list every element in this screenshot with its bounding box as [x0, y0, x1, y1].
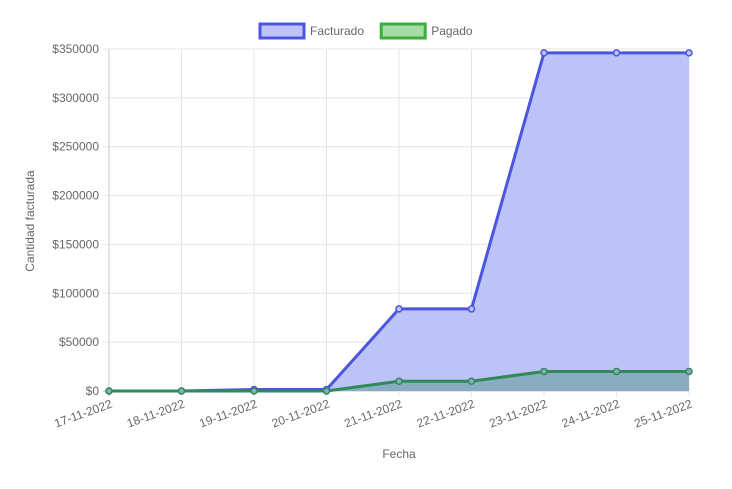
y-tick-label: $100000 — [52, 286, 99, 300]
legend-item-pagado[interactable]: Pagado — [379, 22, 473, 40]
y-tick-label: $200000 — [52, 189, 99, 203]
x-tick-label: 17-11-2022 — [52, 397, 114, 431]
point-facturado[interactable] — [467, 305, 476, 313]
point-pagado[interactable] — [612, 367, 621, 376]
chart-container: $0 $50000 $100000 $150000 $200000 $250000 $300… — [0, 0, 732, 484]
area-chart: $0 $50000 $100000 $150000 $200000 $250000 $300… — [23, 22, 694, 461]
y-tick-label: $350000 — [52, 42, 99, 56]
legend: Facturado Pagado — [258, 22, 473, 40]
y-tick-label: $0 — [86, 384, 100, 398]
x-tick-label: 24-11-2022 — [560, 397, 622, 431]
point-pagado[interactable] — [250, 387, 258, 395]
x-tick-label: 21-11-2022 — [342, 397, 404, 431]
legend-item-facturado[interactable]: Facturado — [258, 22, 364, 40]
point-pagado[interactable] — [322, 387, 331, 395]
legend-swatch-facturado — [258, 22, 306, 40]
point-facturado[interactable] — [395, 305, 403, 313]
point-pagado[interactable] — [395, 377, 403, 385]
y-tick-label: $250000 — [52, 140, 99, 154]
y-tick-label: $300000 — [52, 91, 99, 105]
x-tick-label: 25-11-2022 — [632, 397, 694, 431]
legend-label-facturado: Facturado — [310, 24, 364, 38]
legend-label-pagado: Pagado — [431, 24, 473, 38]
point-facturado[interactable] — [612, 49, 621, 57]
x-tick-label: 23-11-2022 — [487, 397, 549, 431]
y-tick-label: $150000 — [52, 237, 99, 251]
x-tick-label: 18-11-2022 — [125, 397, 187, 431]
x-tick-label: 22-11-2022 — [415, 397, 477, 431]
point-pagado[interactable] — [177, 387, 186, 395]
y-axis-title: Cantidad facturada — [23, 170, 37, 272]
point-pagado[interactable] — [105, 387, 113, 395]
x-tick-label: 20-11-2022 — [270, 397, 332, 431]
point-facturado[interactable] — [540, 49, 548, 57]
x-tick-label: 19-11-2022 — [197, 397, 259, 431]
x-axis-title: Fecha — [382, 447, 416, 461]
y-tick-label: $50000 — [59, 335, 99, 349]
point-pagado[interactable] — [685, 367, 693, 376]
point-pagado[interactable] — [540, 367, 548, 376]
point-facturado[interactable] — [685, 49, 693, 57]
legend-swatch-pagado — [379, 22, 427, 40]
point-pagado[interactable] — [467, 377, 476, 385]
